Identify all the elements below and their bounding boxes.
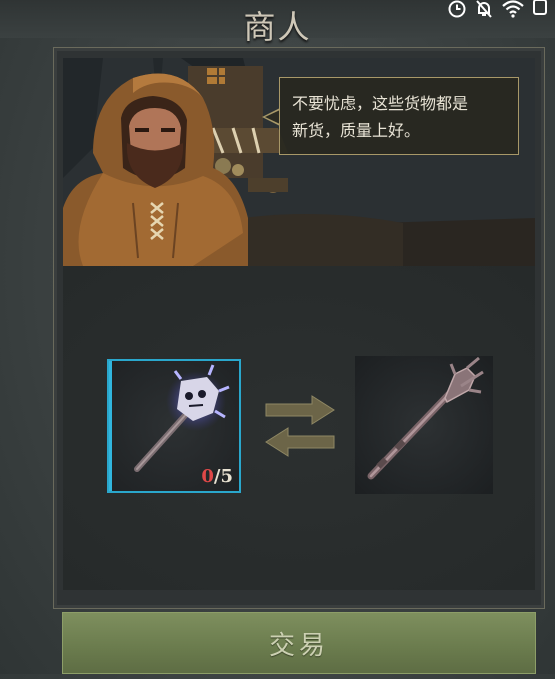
dialogue-line-1: 不要忧虑，这些货物都是 — [292, 94, 469, 113]
speech-bubble: 不要忧虑，这些货物都是 新货，质量上好。 — [279, 77, 519, 155]
battery-icon — [533, 0, 547, 15]
dialogue-line-2: 新货，质量上好。 — [292, 121, 421, 140]
status-bar — [447, 0, 547, 18]
trade-button[interactable]: 交易 — [62, 612, 536, 674]
item-count: 0/5 — [201, 466, 233, 487]
count-need: 5 — [220, 466, 233, 487]
give-item-slot[interactable]: 0/5 — [107, 359, 241, 493]
receive-item-slot[interactable] — [355, 356, 493, 494]
clock-icon — [448, 0, 466, 18]
mute-bell-icon — [476, 0, 492, 18]
count-have: 0 — [201, 466, 214, 487]
exchange-arrows-icon — [265, 395, 335, 457]
spiked-mace-icon — [367, 356, 484, 480]
wifi-icon — [502, 0, 524, 18]
speech-bubble-tail-inner — [265, 110, 280, 124]
